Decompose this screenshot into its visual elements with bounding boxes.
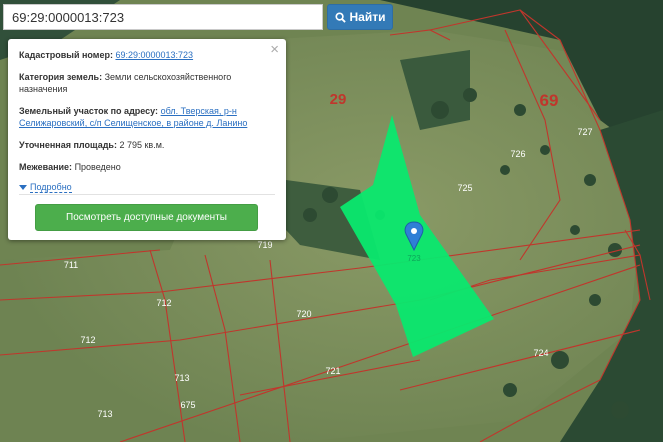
cadastral-row: Кадастровый номер: 69:29:0000013:723 bbox=[19, 49, 275, 61]
cadastral-number-link[interactable]: 69:29:0000013:723 bbox=[115, 50, 193, 60]
category-row: Категория земель: Земли сельскохозяйстве… bbox=[19, 71, 275, 95]
search-button-label: Найти bbox=[349, 10, 386, 24]
parcel-label: 727 bbox=[577, 127, 592, 137]
parcel-label: 719 bbox=[257, 240, 272, 250]
search-input[interactable] bbox=[3, 4, 323, 30]
parcel-label: 675 bbox=[180, 400, 195, 410]
area-value: 2 795 кв.м. bbox=[119, 140, 165, 150]
details-toggle[interactable]: Подробно bbox=[19, 182, 275, 193]
details-label: Подробно bbox=[30, 182, 72, 193]
quarter-label: 29 bbox=[330, 91, 347, 108]
parcel-label: 720 bbox=[296, 309, 311, 319]
parcel-label: 711 bbox=[64, 260, 78, 270]
parcel-label: 713 bbox=[174, 373, 189, 383]
search-icon bbox=[334, 11, 346, 23]
address-row: Земельный участок по адресу: обл. Тверск… bbox=[19, 105, 275, 129]
cadastral-label: Кадастровый номер: bbox=[19, 50, 113, 60]
parcel-label: 721 bbox=[325, 366, 340, 376]
parcel-label: 725 bbox=[457, 183, 472, 193]
parcel-label: 712 bbox=[156, 298, 171, 308]
survey-value: Проведено bbox=[74, 162, 121, 172]
caret-down-icon bbox=[19, 185, 27, 190]
survey-label: Межевание: bbox=[19, 162, 73, 172]
parcel-info-card: × Кадастровый номер: 69:29:0000013:723 К… bbox=[8, 39, 286, 240]
search-button[interactable]: Найти bbox=[327, 4, 393, 30]
view-documents-button[interactable]: Посмотреть доступные документы bbox=[35, 204, 258, 231]
close-icon[interactable]: × bbox=[270, 42, 279, 58]
divider bbox=[19, 194, 275, 195]
parcel-label: 712 bbox=[80, 335, 95, 345]
area-row: Уточненная площадь: 2 795 кв.м. bbox=[19, 139, 275, 151]
address-label: Земельный участок по адресу: bbox=[19, 106, 159, 116]
area-label: Уточненная площадь: bbox=[19, 140, 117, 150]
category-label: Категория земель: bbox=[19, 72, 103, 82]
parcel-label: 724 bbox=[533, 348, 548, 358]
survey-row: Межевание: Проведено bbox=[19, 161, 275, 173]
parcel-label: 723 bbox=[407, 254, 421, 263]
parcel-label: 726 bbox=[510, 149, 525, 159]
quarter-label: 69 bbox=[540, 91, 559, 110]
parcel-label: 713 bbox=[97, 409, 112, 419]
